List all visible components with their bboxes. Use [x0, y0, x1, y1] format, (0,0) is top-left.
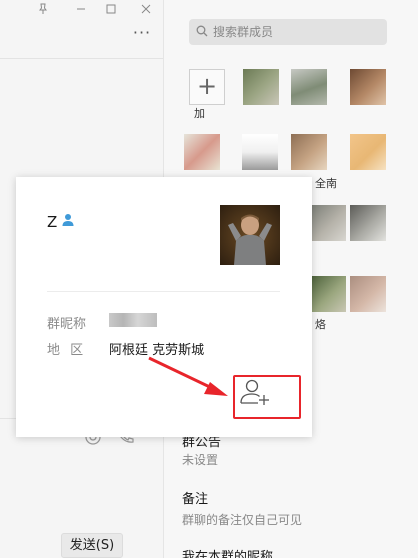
- member-name: 全南: [315, 177, 337, 190]
- minimize-icon[interactable]: [74, 2, 88, 16]
- member-avatar[interactable]: [350, 134, 386, 170]
- my-group-nickname-title[interactable]: 我在本群的昵称: [182, 546, 273, 558]
- member-avatar[interactable]: [184, 134, 220, 170]
- member-avatar[interactable]: [291, 69, 327, 105]
- window-controls: [0, 0, 163, 18]
- member-avatar[interactable]: [310, 276, 346, 312]
- add-member-button[interactable]: +: [189, 69, 225, 105]
- nickname-label: 群昵称: [47, 317, 87, 332]
- region-value: 阿根廷 克劳斯城: [109, 343, 205, 358]
- nickname-value-blurred: [109, 313, 157, 327]
- male-user-icon: [62, 214, 74, 226]
- member-name: 烙: [315, 318, 326, 331]
- search-icon: [196, 25, 208, 37]
- more-options-button[interactable]: ···: [130, 25, 154, 42]
- pin-icon[interactable]: [36, 2, 50, 16]
- card-divider: [47, 291, 280, 292]
- maximize-icon[interactable]: [104, 2, 118, 16]
- search-placeholder: 搜索群成员: [213, 25, 274, 39]
- send-button[interactable]: 发送(S): [61, 533, 123, 558]
- group-remark-title[interactable]: 备注: [182, 488, 208, 507]
- member-search-input[interactable]: 搜索群成员: [189, 19, 387, 45]
- profile-avatar[interactable]: [220, 205, 280, 265]
- annotation-highlight-box: [233, 375, 301, 419]
- group-remark-value[interactable]: 群聊的备注仅自己可见: [182, 511, 302, 528]
- region-label: 地 区: [47, 343, 84, 358]
- member-avatar[interactable]: [242, 134, 278, 170]
- header-divider: [0, 58, 163, 59]
- member-avatar[interactable]: [350, 205, 386, 241]
- member-avatar[interactable]: [350, 276, 386, 312]
- close-icon[interactable]: [139, 2, 153, 16]
- member-name: 加: [194, 107, 205, 120]
- group-notice-value[interactable]: 未设置: [182, 451, 218, 468]
- profile-name: Z: [47, 213, 58, 231]
- member-avatar[interactable]: [310, 205, 346, 241]
- member-avatar[interactable]: [291, 134, 327, 170]
- member-avatar[interactable]: [243, 69, 279, 105]
- member-avatar[interactable]: [350, 69, 386, 105]
